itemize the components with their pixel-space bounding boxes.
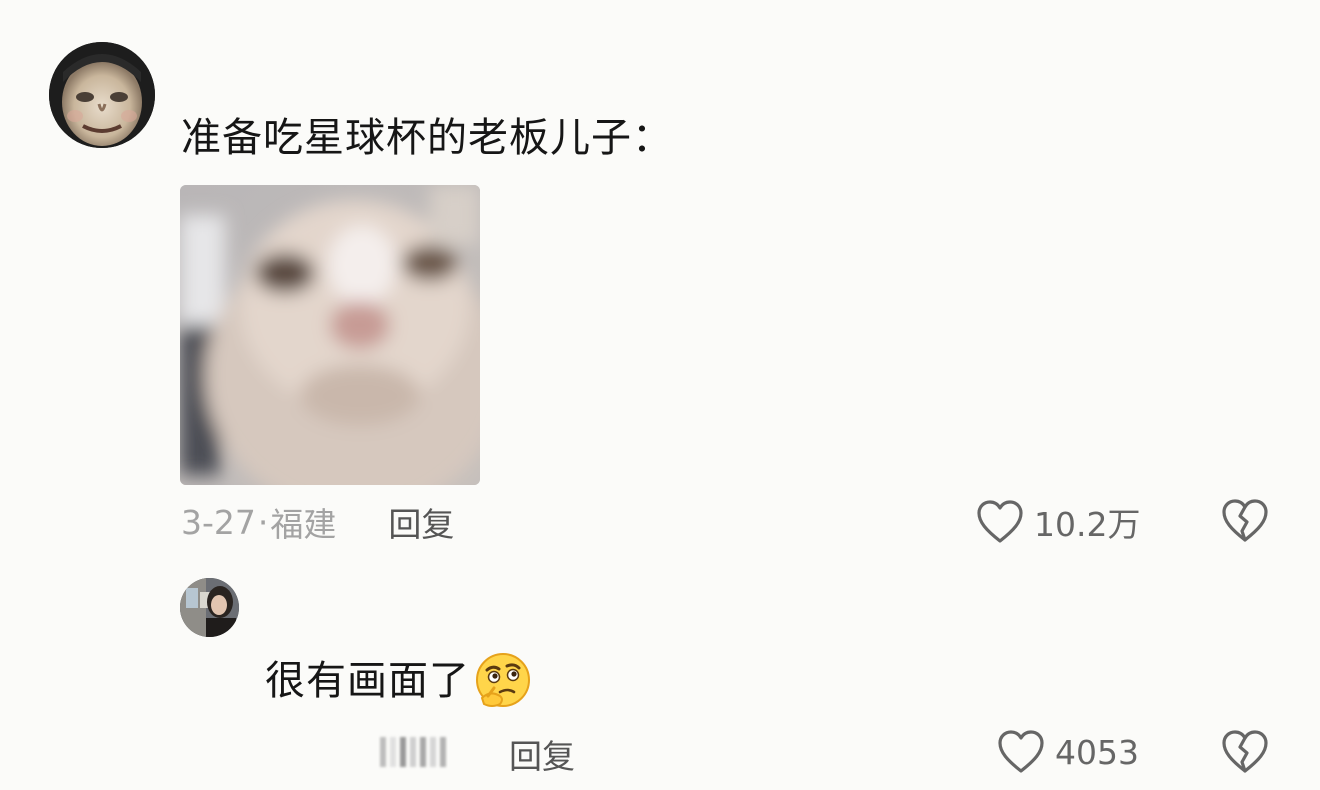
- main-comment-like-button[interactable]: 10.2万: [976, 498, 1140, 546]
- reply-comment-like-button[interactable]: 4053: [997, 729, 1139, 775]
- avatar-face-image: [49, 42, 155, 148]
- blurred-username: [380, 737, 446, 767]
- main-comment-dislike-button[interactable]: [1221, 498, 1269, 544]
- comment-attached-image[interactable]: [180, 185, 480, 485]
- heart-outline-icon: [998, 730, 1044, 773]
- like-count: 10.2万: [1034, 505, 1141, 544]
- reply-button[interactable]: 回复: [388, 498, 454, 546]
- reply-comment-text-row: 很有画面了: [265, 652, 532, 710]
- reply-comment-reply-button[interactable]: 回复: [509, 730, 575, 778]
- blurred-cat-photo: [180, 185, 480, 485]
- meta-separator: ·: [257, 502, 269, 542]
- main-comment-meta-row: 3-27 · 福建 回复: [181, 498, 454, 546]
- avatar-girl-image: [180, 578, 239, 637]
- thinking-face-emoji: [476, 653, 530, 707]
- comment-date: 3-27: [181, 502, 256, 542]
- main-comment-avatar[interactable]: [49, 42, 155, 148]
- broken-heart-icon: [1222, 499, 1268, 542]
- reply-comment-text: 很有画面了: [265, 658, 470, 704]
- broken-heart-icon: [1222, 730, 1268, 773]
- reply-comment-avatar[interactable]: [180, 578, 239, 637]
- comment-location: 福建: [270, 505, 337, 544]
- like-count: 4053: [1055, 732, 1139, 772]
- heart-outline-icon: [977, 500, 1023, 543]
- reply-comment-dislike-button[interactable]: [1221, 729, 1269, 775]
- main-comment-text: 准备吃星球杯的老板儿子：: [181, 115, 673, 161]
